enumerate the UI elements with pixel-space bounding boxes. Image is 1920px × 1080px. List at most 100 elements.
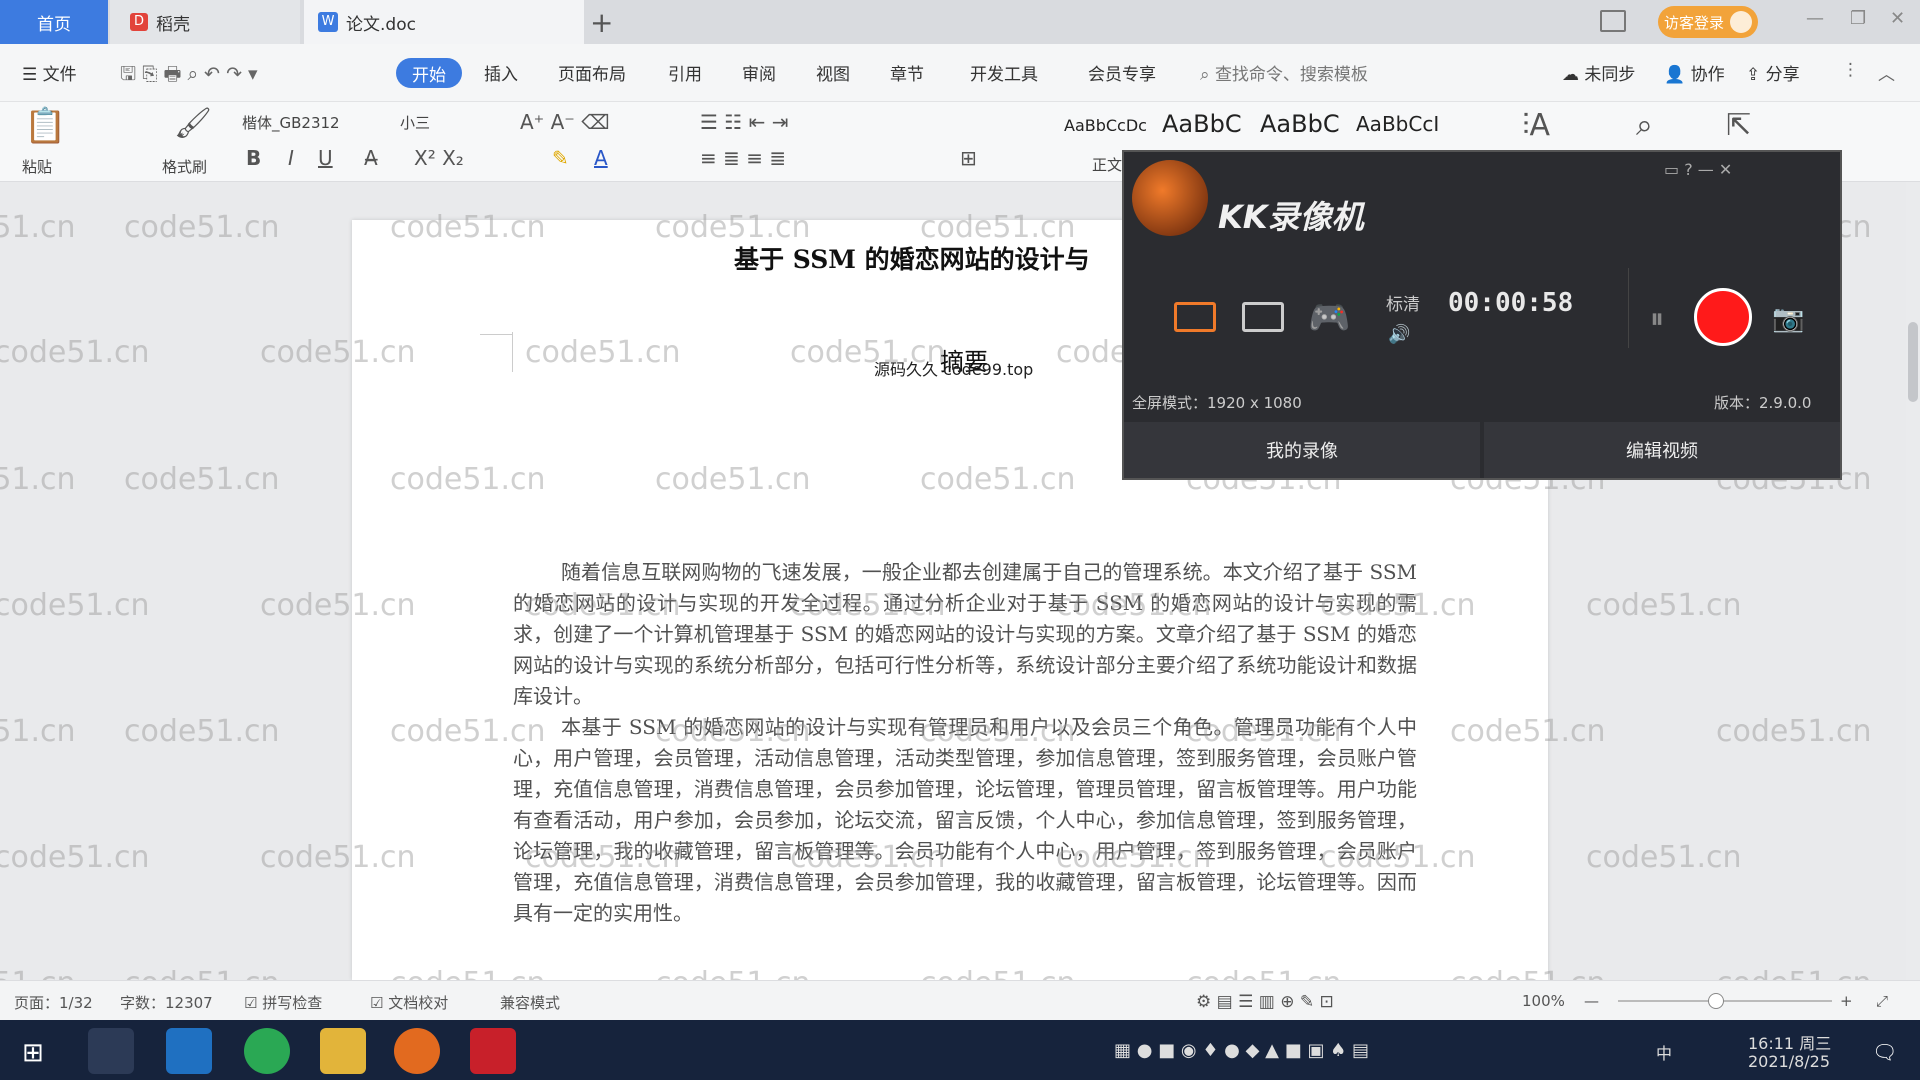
format-painter-icon[interactable]: 🖌 <box>174 106 212 141</box>
command-search[interactable]: ⌕ 查找命令、搜索模板 <box>1200 60 1368 85</box>
select-icon[interactable]: ⇱ <box>1726 108 1751 143</box>
italic-icon[interactable]: I <box>288 146 294 170</box>
scroll-thumb[interactable] <box>1908 322 1918 402</box>
tab-label: 论文.doc <box>346 14 416 35</box>
region-mode-icon[interactable] <box>1242 302 1284 332</box>
style-heading1[interactable]: AaBbC <box>1162 110 1242 138</box>
doc-proof[interactable]: ☑ 文档校对 <box>370 992 448 1013</box>
collab-label: 协作 <box>1690 65 1725 85</box>
record-button[interactable] <box>1694 288 1752 346</box>
menu-insert[interactable]: 插入 <box>484 60 518 85</box>
superscript-icon[interactable]: X² X₂ <box>414 146 464 170</box>
menu-review[interactable]: 审阅 <box>742 60 776 85</box>
ime-indicator[interactable]: 中 <box>1656 1040 1672 1064</box>
my-recordings-button[interactable]: 我的录像 <box>1124 422 1480 478</box>
taskbar: ⊞ ▦ ● ■ ◉ ♦ ● ◆ ▲ ■ ▣ ♠ ▤ 中 16:11 周三 202… <box>0 1020 1920 1080</box>
collapse-ribbon-icon[interactable]: ︿ <box>1878 60 1895 85</box>
tab-daoke[interactable]: D 稻壳 <box>110 0 300 44</box>
screenshot-icon[interactable]: 📷 <box>1772 304 1804 334</box>
app360-icon[interactable] <box>244 1028 290 1074</box>
browser-icon[interactable] <box>166 1028 212 1074</box>
zoom-slider-thumb[interactable] <box>1708 993 1724 1009</box>
spell-check[interactable]: ☑ 拼写检查 <box>244 992 322 1013</box>
abstract-paragraph: 随着信息互联网购物的飞速发展，一般企业都去创建属于自己的管理系统。本文介绍了基于… <box>513 560 1417 708</box>
word-count[interactable]: 字数：12307 <box>120 992 213 1013</box>
align-icons[interactable]: ≡ ≣ ≡ ≣ <box>700 146 786 170</box>
sync-label: 未同步 <box>1584 65 1636 85</box>
menu-chapter[interactable]: 章节 <box>890 60 924 85</box>
source-overlay-text: 源码久久 code99.top <box>874 360 1034 379</box>
view-mode-icons[interactable]: ⚙ ▤ ☰ ▥ ⊕ ✎ ⊡ <box>1196 992 1334 1012</box>
clock-date[interactable]: 2021/8/25 <box>1748 1052 1830 1071</box>
edit-video-button[interactable]: 编辑视频 <box>1484 422 1840 478</box>
document-title: 基于 SSM 的婚恋网站的设计与 <box>734 245 1090 274</box>
wps-icon[interactable] <box>470 1028 516 1074</box>
menu-file-label: 文件 <box>42 65 77 85</box>
spellcheck-icon: ☑ <box>244 994 263 1012</box>
layout-icon[interactable] <box>1600 10 1626 32</box>
close-button[interactable]: ✕ <box>1890 8 1905 29</box>
taskbar-app-icon[interactable] <box>88 1028 134 1074</box>
menu-layout[interactable]: 页面布局 <box>558 60 626 85</box>
kk-recorder-window[interactable]: KK录像机 ▭ ? — ✕ 🎮 标清 🔊 00:00:58 ⏸ 📷 全屏模式：1… <box>1122 150 1842 480</box>
zoom-out-icon[interactable]: — <box>1584 992 1599 1010</box>
border-icon[interactable]: ⊞ <box>960 146 977 170</box>
highlight-icon[interactable]: ✎ <box>552 146 569 170</box>
style-label: 正文 <box>1092 156 1123 174</box>
kk-recorder-taskbar-icon[interactable] <box>394 1028 440 1074</box>
tray-icons[interactable]: ▦ ● ■ ◉ ♦ ● ◆ ▲ ■ ▣ ♠ ▤ <box>1114 1040 1369 1061</box>
abstract-paragraph: 本基于 SSM 的婚恋网站的设计与实现有管理员和用户以及会员三个角色。管理员功能… <box>513 715 1417 925</box>
quality-label[interactable]: 标清 <box>1386 290 1420 315</box>
font-name-select[interactable]: 楷体_GB2312 <box>242 112 362 133</box>
fullscreen-icon[interactable]: ⤢ <box>1876 992 1888 1010</box>
underline-icon[interactable]: U <box>318 146 333 170</box>
zoom-slider[interactable] <box>1618 1000 1832 1002</box>
game-mode-icon[interactable]: 🎮 <box>1308 298 1350 338</box>
menu-file[interactable]: ☰ 文件 <box>22 60 77 85</box>
share-button[interactable]: ⇪ 分享 <box>1746 60 1800 85</box>
title-bar: 首页 D 稻壳 W 论文.doc + 访客登录 — ❐ ✕ <box>0 0 1920 44</box>
font-grow-icon[interactable]: A⁺ A⁻ ⌫ <box>520 110 609 134</box>
pause-icon[interactable]: ⏸ <box>1650 302 1664 336</box>
maximize-button[interactable]: ❐ <box>1850 8 1866 29</box>
zoom-level[interactable]: 100% <box>1522 992 1565 1010</box>
new-tab-button[interactable]: + <box>590 6 613 39</box>
menu-references[interactable]: 引用 <box>668 60 702 85</box>
tab-document[interactable]: W 论文.doc <box>304 0 584 44</box>
paste-icon[interactable]: 📋 <box>24 106 66 146</box>
page-indicator[interactable]: 页面：1/32 <box>14 992 93 1013</box>
menu-home[interactable]: 开始 <box>396 58 462 88</box>
quick-access-icons[interactable]: 🖫 ⎘ 🖶 ⌕ ↶ ↷ ▾ <box>120 60 258 92</box>
notification-icon[interactable]: 🗨 <box>1872 1040 1897 1064</box>
bold-icon[interactable]: B <box>246 146 261 170</box>
more-icon[interactable]: ⋮ <box>1842 60 1859 80</box>
sync-status[interactable]: ☁ 未同步 <box>1562 60 1635 85</box>
search-icon: ⌕ <box>1200 65 1215 85</box>
windows-start-icon[interactable]: ⊞ <box>22 1038 44 1068</box>
menu-member[interactable]: 会员专享 <box>1088 60 1156 85</box>
text-tools-icon[interactable]: ⫶A <box>1522 108 1550 143</box>
tab-home[interactable]: 首页 <box>0 0 108 44</box>
kk-window-controls[interactable]: ▭ ? — ✕ <box>1664 160 1732 179</box>
fullscreen-mode-icon[interactable] <box>1174 302 1216 332</box>
volume-icon[interactable]: 🔊 <box>1388 324 1410 345</box>
list-icons[interactable]: ☰ ☷ ⇤ ⇥ <box>700 110 788 134</box>
menu-view[interactable]: 视图 <box>816 60 850 85</box>
style-heading3[interactable]: AaBbCcI <box>1356 112 1439 136</box>
file-explorer-icon[interactable] <box>320 1028 366 1074</box>
collab-button[interactable]: 👤 协作 <box>1664 60 1725 85</box>
vertical-scrollbar[interactable] <box>1906 182 1920 980</box>
paste-label: 粘贴 <box>22 158 53 176</box>
menu-developer[interactable]: 开发工具 <box>970 60 1038 85</box>
font-size-select[interactable]: 小三 <box>400 112 430 133</box>
zoom-in-icon[interactable]: + <box>1840 992 1853 1010</box>
strikethrough-icon[interactable]: A̶ <box>364 146 378 170</box>
tab-label: 稻壳 <box>156 14 190 35</box>
style-normal[interactable]: AaBbCcDc <box>1064 116 1147 135</box>
font-color-icon[interactable]: A <box>594 146 608 170</box>
clock-time[interactable]: 16:11 周三 <box>1748 1030 1831 1054</box>
find-icon[interactable]: ⌕ <box>1636 108 1653 143</box>
minimize-button[interactable]: — <box>1806 8 1824 29</box>
style-heading2[interactable]: AaBbC <box>1260 110 1340 138</box>
login-button[interactable]: 访客登录 <box>1658 6 1758 38</box>
